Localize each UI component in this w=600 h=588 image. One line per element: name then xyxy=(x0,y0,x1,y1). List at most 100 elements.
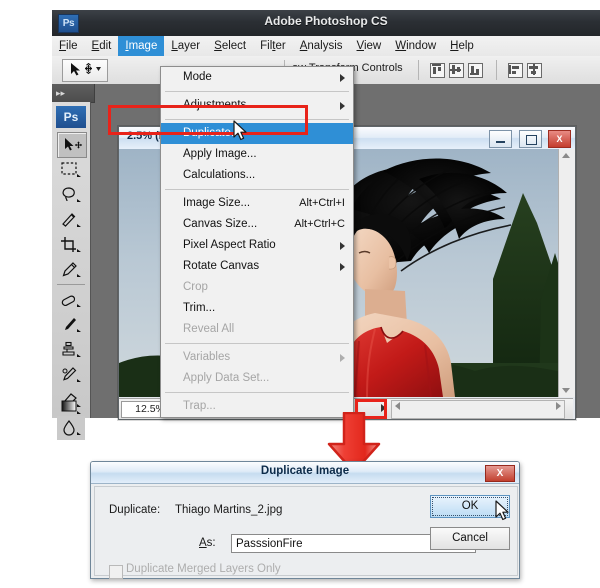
menu-edit[interactable]: Edit xyxy=(85,36,119,56)
menu-item-trap: Trap... xyxy=(161,396,353,417)
rectangular-marquee-tool[interactable] xyxy=(57,158,85,182)
close-button[interactable]: X xyxy=(548,130,571,148)
menu-item-label: Apply Image... xyxy=(183,148,257,160)
duplicate-merged-layers-checkbox xyxy=(109,565,123,579)
blur-tool[interactable] xyxy=(57,416,85,440)
menu-layer[interactable]: Layer xyxy=(164,36,207,56)
menu-separator xyxy=(165,392,349,393)
menu-item-shortcut: Alt+Ctrl+I xyxy=(299,193,345,214)
menu-separator xyxy=(165,343,349,344)
move-tool[interactable] xyxy=(57,132,87,158)
healing-brush-tool[interactable] xyxy=(57,288,85,312)
menu-item-shortcut: Alt+Ctrl+C xyxy=(294,214,345,235)
menu-separator xyxy=(165,119,349,120)
menu-item-image-size[interactable]: Image Size... Alt+Ctrl+I xyxy=(161,193,353,214)
as-label: As: xyxy=(199,537,216,549)
scroll-right-icon[interactable] xyxy=(556,402,561,410)
toolbar-divider-1 xyxy=(57,284,85,285)
menu-item-label: Trim... xyxy=(183,302,215,314)
clone-stamp-tool[interactable] xyxy=(57,338,85,362)
menu-item-label: Adjustments xyxy=(183,99,246,111)
align-vertical-centers-icon[interactable] xyxy=(449,63,464,78)
menu-item-adjustments[interactable]: Adjustments xyxy=(161,95,353,116)
status-menu-arrow-icon[interactable] xyxy=(381,404,386,412)
menu-filter[interactable]: Filter xyxy=(253,36,293,56)
options-separator-2 xyxy=(418,60,419,80)
align-left-edges-icon[interactable] xyxy=(508,63,523,78)
close-icon: X xyxy=(549,131,570,147)
scroll-left-icon[interactable] xyxy=(395,402,400,410)
scroll-down-icon[interactable] xyxy=(562,388,570,393)
align-bottom-edges-icon[interactable] xyxy=(468,63,483,78)
submenu-arrow-icon xyxy=(340,242,345,250)
menu-file[interactable]: File xyxy=(52,36,85,56)
duplicate-image-dialog: Duplicate Image X Duplicate: Thiago Mart… xyxy=(90,461,520,579)
scroll-up-icon[interactable] xyxy=(562,153,570,158)
toolbar-photoshop-logo-icon: Ps xyxy=(56,106,86,128)
minimize-button[interactable] xyxy=(489,130,512,148)
submenu-arrow-icon xyxy=(340,263,345,271)
submenu-arrow-icon xyxy=(340,74,345,82)
brush-tool[interactable] xyxy=(57,313,85,337)
cancel-button-label: Cancel xyxy=(452,532,488,544)
menu-item-pixel-aspect-ratio[interactable]: Pixel Aspect Ratio xyxy=(161,235,353,256)
magic-wand-tool[interactable] xyxy=(57,208,85,232)
menu-item-duplicate[interactable]: Duplicate... xyxy=(161,123,353,144)
menu-analysis[interactable]: Analysis xyxy=(293,36,350,56)
menu-item-label: Canvas Size... xyxy=(183,218,257,230)
menu-item-trim[interactable]: Trim... xyxy=(161,298,353,319)
menu-item-reveal-all: Reveal All xyxy=(161,319,353,340)
crop-tool[interactable] xyxy=(57,233,85,257)
menu-item-label: Duplicate... xyxy=(183,127,241,139)
menu-item-label: Rotate Canvas xyxy=(183,260,259,272)
move-tool-icon[interactable] xyxy=(62,59,108,82)
lasso-tool[interactable] xyxy=(57,183,85,207)
dialog-title-bar: Duplicate Image X xyxy=(91,462,519,484)
menu-image[interactable]: Image xyxy=(118,36,164,56)
menu-item-label: Apply Data Set... xyxy=(183,372,269,384)
dialog-close-button[interactable]: X xyxy=(485,465,515,482)
eyedropper-tool[interactable] xyxy=(57,258,85,282)
menu-select[interactable]: Select xyxy=(207,36,253,56)
menu-separator xyxy=(165,189,349,190)
menu-item-crop: Crop xyxy=(161,277,353,298)
screenshot-root: Ps Adobe Photoshop CS File Edit Image La… xyxy=(0,0,600,588)
menu-item-label: Trap... xyxy=(183,400,216,412)
application-title: Adobe Photoshop CS xyxy=(52,14,600,28)
menu-item-label: Crop xyxy=(183,281,208,293)
menu-item-calculations[interactable]: Calculations... xyxy=(161,165,353,186)
canvas-vertical-scrollbar[interactable] xyxy=(558,149,575,397)
maximize-button[interactable] xyxy=(519,130,542,148)
menu-view[interactable]: View xyxy=(350,36,389,56)
options-separator-3 xyxy=(496,60,497,80)
submenu-arrow-icon xyxy=(340,102,345,110)
menu-item-apply-image[interactable]: Apply Image... xyxy=(161,144,353,165)
menu-item-label: Reveal All xyxy=(183,323,234,335)
menu-bar: File Edit Image Layer Select Filter Anal… xyxy=(52,36,600,57)
menu-item-label: Calculations... xyxy=(183,169,255,181)
align-top-edges-icon[interactable] xyxy=(430,63,445,78)
menu-separator xyxy=(165,91,349,92)
application-title-bar: Ps Adobe Photoshop CS xyxy=(52,10,600,37)
menu-item-apply-data-set: Apply Data Set... xyxy=(161,368,353,389)
align-horizontal-centers-icon[interactable] xyxy=(527,63,542,78)
dialog-body: Duplicate: Thiago Martins_2.jpg As: Pass… xyxy=(94,486,518,576)
duplicate-source-filename: Thiago Martins_2.jpg xyxy=(175,504,282,516)
panel-collapse-button[interactable]: ▸▸ xyxy=(52,84,95,103)
tools-panel: Ps xyxy=(52,102,91,418)
menu-item-label: Mode xyxy=(183,71,212,83)
menu-window[interactable]: Window xyxy=(388,36,443,56)
menu-item-rotate-canvas[interactable]: Rotate Canvas xyxy=(161,256,353,277)
history-brush-tool[interactable] xyxy=(57,363,85,387)
menu-item-label: Pixel Aspect Ratio xyxy=(183,239,276,251)
menu-help[interactable]: Help xyxy=(443,36,481,56)
ok-button[interactable]: OK xyxy=(430,495,510,518)
duplicate-merged-layers-label: Duplicate Merged Layers Only xyxy=(126,563,281,575)
image-menu-dropdown[interactable]: Mode Adjustments Duplicate... Apply Imag… xyxy=(160,66,354,418)
menu-item-mode[interactable]: Mode xyxy=(161,67,353,88)
photoshop-application-window: Ps Adobe Photoshop CS File Edit Image La… xyxy=(52,10,600,418)
menu-item-canvas-size[interactable]: Canvas Size... Alt+Ctrl+C xyxy=(161,214,353,235)
cancel-button[interactable]: Cancel xyxy=(430,527,510,550)
canvas-horizontal-scrollbar[interactable] xyxy=(391,400,565,419)
menu-item-label: Variables xyxy=(183,351,230,363)
